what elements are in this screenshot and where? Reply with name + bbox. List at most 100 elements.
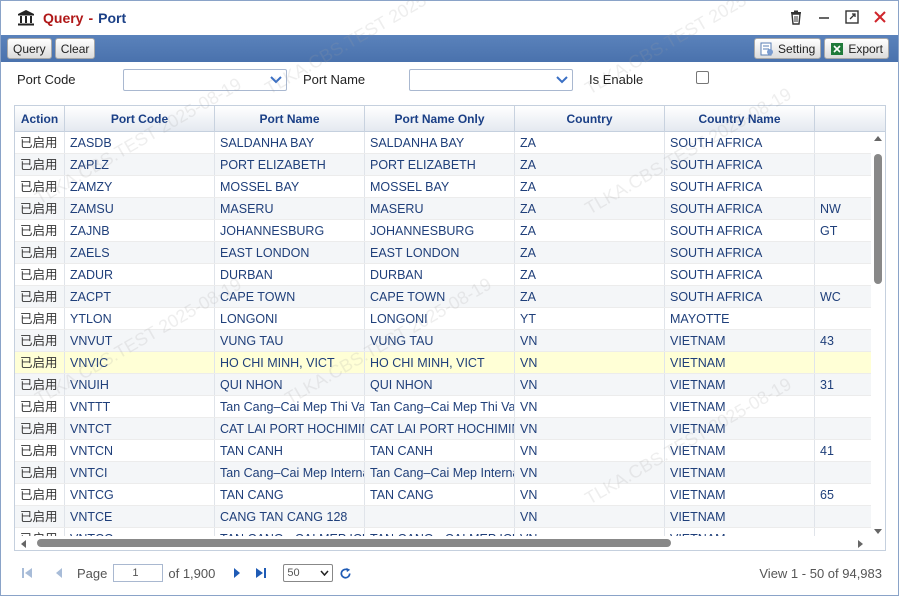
cell-action[interactable]: 已启用 (15, 418, 65, 439)
cell-action[interactable]: 已启用 (15, 308, 65, 329)
cell-action[interactable]: 已启用 (15, 220, 65, 241)
cell-country-name: VIETNAM (665, 396, 815, 417)
table-row[interactable]: 已启用 YTLON LONGONI LONGONI YT MAYOTTE (15, 308, 873, 330)
cell-country: ZA (515, 286, 665, 307)
cell-port-name: MOSSEL BAY (215, 176, 365, 197)
cell-country-name: SOUTH AFRICA (665, 220, 815, 241)
cell-port-code: VNTCT (65, 418, 215, 439)
cell-port-name-only: LONGONI (365, 308, 515, 329)
cell-sub-division (815, 176, 873, 197)
cell-action[interactable]: 已启用 (15, 286, 65, 307)
table-row[interactable]: 已启用VNTCITan Cang–Cai Mep InternationalTa… (15, 462, 873, 484)
port-name-label: Port Name (303, 72, 366, 87)
table-row[interactable]: 已启用 VNTCG TAN CANG TAN CANG VN VIETNAM 65 (15, 484, 873, 506)
cell-action[interactable]: 已启用 (15, 506, 65, 527)
scroll-up-icon[interactable] (873, 134, 883, 142)
table-row[interactable]: 已启用 VNVUT VUNG TAU VUNG TAU VN VIETNAM 43 (15, 330, 873, 352)
table-row[interactable]: 已启用 ZAELS EAST LONDON EAST LONDON ZA SOUTH AF… (15, 242, 873, 264)
cell-country-name: SOUTH AFRICA (665, 264, 815, 285)
cell-port-name: TAN CANG (215, 484, 365, 505)
cell-action[interactable]: 已启用 (15, 132, 65, 153)
column-header-port-name-only[interactable]: Port Name Only (365, 106, 515, 132)
table-row[interactable]: 已启用 ZAJNB JOHANNESBURG JOHANNESBURG ZA SOUTH … (15, 220, 873, 242)
cell-action[interactable]: 已启用 (15, 440, 65, 461)
table-row[interactable]: 已启用 ZAMZY MOSSEL BAY MOSSEL BAY ZA SOUTH AFRI… (15, 176, 873, 198)
table-row[interactable]: 已启用 ZAMSU MASERU MASERU ZA SOUTH AFRICA NW (15, 198, 873, 220)
cell-port-name-only: DURBAN (365, 264, 515, 285)
cell-port-code: ZAELS (65, 242, 215, 263)
page-input[interactable]: 1 (113, 564, 164, 582)
column-header-country-name[interactable]: Country Name (665, 106, 815, 132)
cell-country-name: SOUTH AFRICA (665, 132, 815, 153)
port-code-select[interactable] (123, 69, 287, 91)
cell-action[interactable]: 已启用 (15, 176, 65, 197)
cell-action[interactable]: 已启用 (15, 242, 65, 263)
table-row[interactable]: 已启用 ZACPT CAPE TOWN CAPE TOWN ZA SOUTH AFRICA… (15, 286, 873, 308)
scroll-left-icon[interactable] (19, 539, 27, 549)
table-row[interactable]: 已启用 ZASDB SALDANHA BAY SALDANHA BAY ZA SOUTH … (15, 132, 873, 154)
table-row[interactable]: 已启用 VNVIC HO CHI MINH, VICT HO CHI MINH, VI… (15, 352, 873, 374)
table-row[interactable]: 已启用 VNUIH QUI NHON QUI NHON VN VIETNAM 31 (15, 374, 873, 396)
trash-icon[interactable] (788, 9, 804, 25)
close-icon[interactable] (872, 9, 888, 25)
setting-icon (760, 42, 773, 55)
cell-action[interactable]: 已启用 (15, 154, 65, 175)
scroll-down-icon[interactable] (873, 528, 883, 536)
horizontal-scroll-thumb[interactable] (37, 539, 671, 547)
cell-action[interactable]: 已启用 (15, 352, 65, 373)
maximize-icon[interactable] (844, 9, 860, 25)
table-row[interactable]: 已启用 VNTTT Tan Cang–Cai Mep Thi Vai Tan Cang… (15, 396, 873, 418)
cell-action[interactable]: 已启用 (15, 484, 65, 505)
cell-country: VN (515, 418, 665, 439)
cell-action[interactable]: 已启用 (15, 264, 65, 285)
cell-sub-division: 65 (815, 484, 873, 505)
toolbar-right: Setting Export (753, 38, 892, 59)
port-name-select[interactable] (409, 69, 573, 91)
export-button[interactable]: Export (824, 38, 889, 59)
query-button[interactable]: Query (7, 38, 52, 59)
refresh-icon[interactable] (337, 565, 353, 581)
grid-body: 已启用 ZASDB SALDANHA BAY SALDANHA BAY ZA SOUTH … (15, 132, 873, 538)
cell-action[interactable]: 已启用 (15, 462, 65, 483)
cell-country: VN (515, 374, 665, 395)
table-row[interactable]: 已启用 VNTCN TAN CANH TAN CANH VN VIETNAM 41 (15, 440, 873, 462)
cell-port-name-only: QUI NHON (365, 374, 515, 395)
cell-port-name: VUNG TAU (215, 330, 365, 351)
cell-sub-division (815, 396, 873, 417)
vertical-scroll-thumb[interactable] (874, 154, 882, 284)
is-enable-checkbox[interactable] (696, 71, 709, 84)
column-header-sub-division[interactable]: Sub D (815, 106, 885, 132)
table-row[interactable]: 已启用 ZAPLZ PORT ELIZABETH PORT ELIZABETH ZA SO… (15, 154, 873, 176)
cell-sub-division: 43 (815, 330, 873, 351)
horizontal-scrollbar[interactable] (15, 536, 885, 550)
cell-country: VN (515, 352, 665, 373)
cell-action[interactable]: 已启用 (15, 330, 65, 351)
column-header-port-code[interactable]: Port Code (65, 106, 215, 132)
setting-button[interactable]: Setting (753, 38, 822, 59)
column-header-port-name[interactable]: Port Name (215, 106, 365, 132)
cell-sub-division (815, 352, 873, 373)
table-row[interactable]: 已启用 ZADUR DURBAN DURBAN ZA SOUTH AFRICA (15, 264, 873, 286)
column-header-action[interactable]: Action (15, 106, 65, 132)
table-row[interactable]: 已启用 VNTCE CANG TAN CANG 128 VN VIETNAM (15, 506, 873, 528)
cell-country: VN (515, 484, 665, 505)
next-page-icon[interactable] (229, 565, 245, 581)
first-page-icon[interactable] (19, 565, 35, 581)
cell-port-name: CANG TAN CANG 128 (215, 506, 365, 527)
cell-action[interactable]: 已启用 (15, 374, 65, 395)
clear-button[interactable]: Clear (54, 38, 96, 59)
cell-port-code: VNVUT (65, 330, 215, 351)
prev-page-icon[interactable] (51, 565, 67, 581)
cell-port-name-only: Tan Cang–Cai Mep Thi Vai (365, 396, 515, 417)
cell-sub-division: WC (815, 286, 873, 307)
cell-country-name: SOUTH AFRICA (665, 198, 815, 219)
minimize-icon[interactable] (816, 9, 832, 25)
page-size-select[interactable]: 50 (283, 564, 334, 582)
cell-action[interactable]: 已启用 (15, 396, 65, 417)
column-header-country[interactable]: Country (515, 106, 665, 132)
table-row[interactable]: 已启用 VNTCT CAT LAI PORT HOCHIMINH CAT LAI PO… (15, 418, 873, 440)
vertical-scrollbar[interactable] (871, 132, 885, 538)
cell-action[interactable]: 已启用 (15, 198, 65, 219)
last-page-icon[interactable] (253, 565, 269, 581)
scroll-right-icon[interactable] (857, 539, 865, 549)
